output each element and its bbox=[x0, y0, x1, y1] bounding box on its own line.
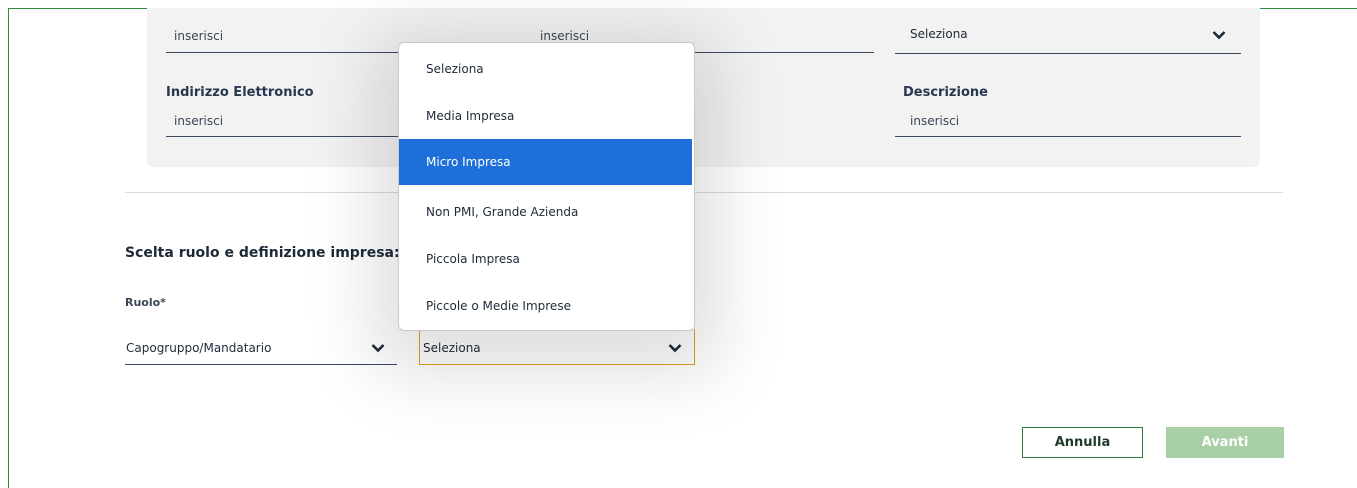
role-label: Ruolo* bbox=[125, 296, 166, 309]
company-type-dropdown: Seleziona Media Impresa Micro Impresa No… bbox=[398, 42, 695, 331]
dropdown-option[interactable]: Media Impresa bbox=[399, 93, 692, 139]
email-input[interactable]: inserisci bbox=[174, 114, 223, 128]
chevron-down-icon[interactable] bbox=[668, 343, 682, 353]
role-select[interactable]: Capogruppo/Mandatario bbox=[126, 341, 271, 355]
role-underline bbox=[125, 364, 397, 365]
field1-input[interactable]: inserisci bbox=[174, 29, 223, 43]
company-type-value[interactable]: Seleziona bbox=[423, 341, 481, 355]
dropdown-option[interactable]: Piccola Impresa bbox=[399, 236, 692, 282]
dropdown-option[interactable]: Piccole o Medie Imprese bbox=[399, 283, 692, 329]
description-label: Descrizione bbox=[903, 85, 988, 100]
section-divider bbox=[125, 192, 1283, 193]
email-label: Indirizzo Elettronico bbox=[166, 85, 314, 100]
dropdown-option[interactable]: Seleziona bbox=[399, 46, 692, 92]
chevron-down-icon[interactable] bbox=[1212, 30, 1226, 40]
field2-input[interactable]: inserisci bbox=[540, 29, 589, 43]
dropdown-option-highlighted[interactable]: Micro Impresa bbox=[399, 139, 692, 185]
dropdown-option[interactable]: Non PMI, Grande Azienda bbox=[399, 189, 692, 235]
field3-select[interactable]: Seleziona bbox=[910, 27, 968, 41]
description-underline bbox=[895, 136, 1241, 137]
field1-underline bbox=[166, 52, 416, 53]
next-button[interactable]: Avanti bbox=[1166, 427, 1284, 458]
field3-underline bbox=[895, 53, 1241, 54]
description-input[interactable]: inserisci bbox=[910, 114, 959, 128]
section-title: Scelta ruolo e definizione impresa: bbox=[125, 245, 400, 261]
chevron-down-icon[interactable] bbox=[371, 343, 385, 353]
cancel-button[interactable]: Annulla bbox=[1022, 427, 1143, 458]
email-underline bbox=[166, 136, 416, 137]
